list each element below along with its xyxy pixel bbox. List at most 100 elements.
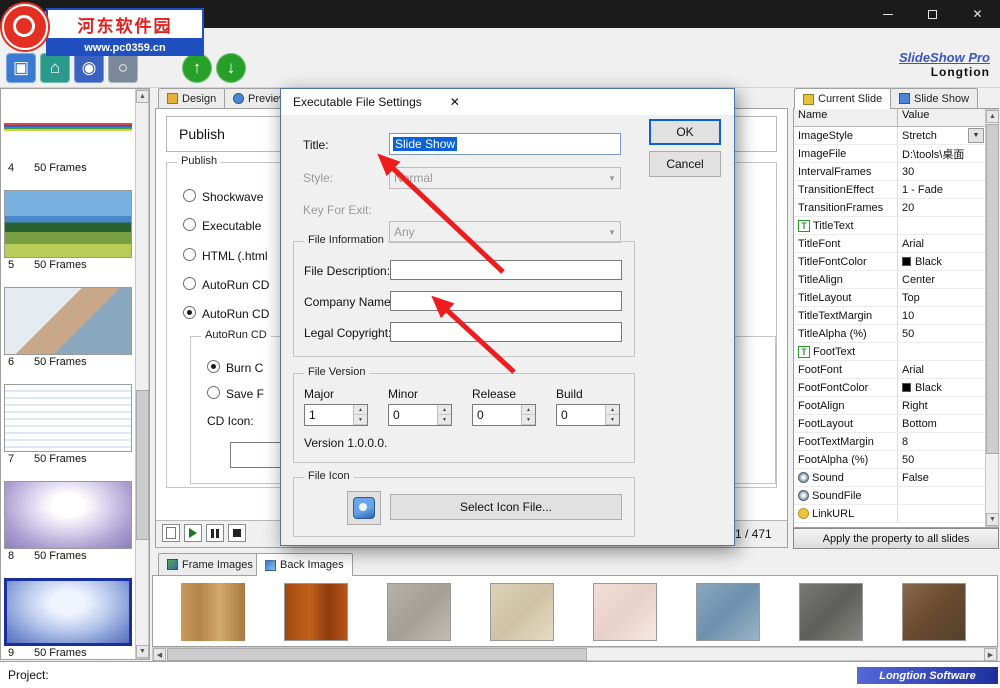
property-row-titlealpha[interactable]: TitleAlpha (%)50 (794, 325, 985, 343)
property-row-footalign[interactable]: FootAlignRight (794, 397, 985, 415)
property-row-linkurl[interactable]: LinkURL (794, 505, 985, 523)
select-icon-file-button[interactable]: Select Icon File... (390, 494, 622, 520)
property-row-footfont[interactable]: FootFontArial (794, 361, 985, 379)
property-row-foottext[interactable]: TFootText (794, 343, 985, 361)
ok-button[interactable]: OK (649, 119, 721, 145)
stop-button[interactable] (228, 524, 246, 542)
texture-thumbnail[interactable] (181, 583, 245, 641)
style-dropdown[interactable]: Normal▼ (389, 167, 621, 189)
property-row-transitioneffect[interactable]: TransitionEffect1 - Fade (794, 181, 985, 199)
spin-up-icon[interactable]: ▲ (354, 405, 367, 415)
release-label: Release (472, 387, 516, 401)
property-row-titletextmargin[interactable]: TitleTextMargin10 (794, 307, 985, 325)
spin-down-icon[interactable]: ▼ (354, 415, 367, 425)
title-input[interactable]: Slide Show (389, 133, 621, 155)
property-row-transitionframes[interactable]: TransitionFrames20 (794, 199, 985, 217)
property-row-titletext[interactable]: TTitleText (794, 217, 985, 235)
slide-thumbnail-7[interactable] (4, 384, 132, 452)
scroll-down-icon[interactable]: ▼ (136, 645, 149, 658)
dropdown-arrow-icon[interactable]: ▼ (968, 128, 984, 143)
texture-thumbnail[interactable] (593, 583, 657, 641)
play-button[interactable] (184, 524, 202, 542)
radio-shockwave[interactable] (183, 189, 196, 202)
cancel-button[interactable]: Cancel (649, 151, 721, 177)
radio-save-files[interactable] (207, 386, 220, 399)
frame-counter: 1 / 471 (735, 527, 772, 541)
property-row-sound[interactable]: SoundFalse (794, 469, 985, 487)
key-for-exit-dropdown[interactable]: Any▼ (389, 221, 621, 243)
spin-down-icon[interactable]: ▼ (606, 415, 619, 425)
property-row-footlayout[interactable]: FootLayoutBottom (794, 415, 985, 433)
company-name-input[interactable] (390, 291, 622, 311)
scrollbar-thumb[interactable] (136, 390, 149, 540)
spin-down-icon[interactable]: ▼ (438, 415, 451, 425)
property-row-footfontcolor[interactable]: FootFontColorBlack (794, 379, 985, 397)
texture-thumbnail[interactable] (490, 583, 554, 641)
move-down-icon[interactable]: ↓ (216, 53, 246, 83)
texture-thumbnail[interactable] (696, 583, 760, 641)
property-row-titlefont[interactable]: TitleFontArial (794, 235, 985, 253)
play-icon (189, 528, 197, 538)
property-row-titlealign[interactable]: TitleAlignCenter (794, 271, 985, 289)
spin-down-icon[interactable]: ▼ (522, 415, 535, 425)
spin-up-icon[interactable]: ▲ (606, 405, 619, 415)
radio-autorun-cd-1[interactable] (183, 277, 196, 290)
scroll-up-icon[interactable]: ▲ (986, 110, 999, 123)
slide-thumbnail-6[interactable] (4, 287, 132, 355)
property-row-titlelayout[interactable]: TitleLayoutTop (794, 289, 985, 307)
tab-frame-images[interactable]: Frame Images (158, 553, 262, 575)
property-row-imagestyle[interactable]: ImageStyleStretch▼ (794, 127, 985, 145)
file-description-input[interactable] (390, 260, 622, 280)
apply-to-all-slides-button[interactable]: Apply the property to all slides (793, 528, 999, 549)
property-grid-scrollbar[interactable]: ▲ ▼ (985, 109, 999, 527)
tab-current-slide[interactable]: Current Slide (794, 88, 891, 109)
slide-thumbnail-5[interactable] (4, 190, 132, 258)
spin-up-icon[interactable]: ▲ (522, 405, 535, 415)
scrollbar-thumb[interactable] (167, 648, 587, 661)
radio-burn-cd[interactable] (207, 360, 220, 373)
new-frame-button[interactable] (162, 524, 180, 542)
slide-list-scrollbar[interactable]: ▲ ▼ (135, 89, 149, 659)
scroll-down-icon[interactable]: ▼ (986, 513, 999, 526)
minor-spinner[interactable]: 0 ▲▼ (388, 404, 452, 426)
build-spinner[interactable]: 0 ▲▼ (556, 404, 620, 426)
slide-thumbnail-8[interactable] (4, 481, 132, 549)
tab-back-images[interactable]: Back Images (256, 553, 353, 576)
legal-copyright-input[interactable] (390, 322, 622, 342)
pause-button[interactable] (206, 524, 224, 542)
slide-thumbnail-9-selected[interactable] (4, 578, 132, 646)
texture-scrollbar[interactable]: ◀ ▶ (152, 647, 998, 661)
texture-thumbnail[interactable] (284, 583, 348, 641)
file-icon-preview[interactable] (347, 491, 381, 525)
property-row-intervalframes[interactable]: IntervalFrames30 (794, 163, 985, 181)
spin-up-icon[interactable]: ▲ (438, 405, 451, 415)
property-row-imagefile[interactable]: ImageFileD:\tools\桌面 (794, 145, 985, 163)
radio-html[interactable] (183, 248, 196, 261)
scroll-left-icon[interactable]: ◀ (153, 648, 166, 661)
column-name[interactable]: Name (794, 109, 898, 126)
tab-design[interactable]: Design (158, 88, 225, 108)
property-row-titlefontcolor[interactable]: TitleFontColorBlack (794, 253, 985, 271)
major-spinner[interactable]: 1 ▲▼ (304, 404, 368, 426)
scrollbar-thumb[interactable] (986, 124, 999, 454)
column-value[interactable]: Value (898, 109, 929, 126)
texture-thumbnail[interactable] (902, 583, 966, 641)
texture-thumbnail[interactable] (799, 583, 863, 641)
file-icon-group: File Icon Select Icon File... (293, 477, 635, 537)
property-row-foottextmargin[interactable]: FootTextMargin8 (794, 433, 985, 451)
minimize-button[interactable] (865, 0, 910, 28)
radio-executable[interactable] (183, 218, 196, 231)
scroll-up-icon[interactable]: ▲ (136, 90, 149, 103)
texture-thumbnail[interactable] (387, 583, 451, 641)
status-bar: Project: Longtion Software (0, 661, 1000, 688)
maximize-button[interactable] (910, 0, 955, 28)
radio-autorun-cd-2[interactable] (183, 306, 196, 319)
release-spinner[interactable]: 0 ▲▼ (472, 404, 536, 426)
close-button[interactable]: ✕ (955, 0, 1000, 28)
tab-slide-show[interactable]: Slide Show (890, 88, 978, 108)
dialog-close-icon[interactable]: ✕ (434, 89, 476, 115)
slide-thumbnail-4[interactable] (4, 93, 132, 161)
property-row-footalpha[interactable]: FootAlpha (%)50 (794, 451, 985, 469)
scroll-right-icon[interactable]: ▶ (984, 648, 997, 661)
property-row-soundfile[interactable]: SoundFile (794, 487, 985, 505)
